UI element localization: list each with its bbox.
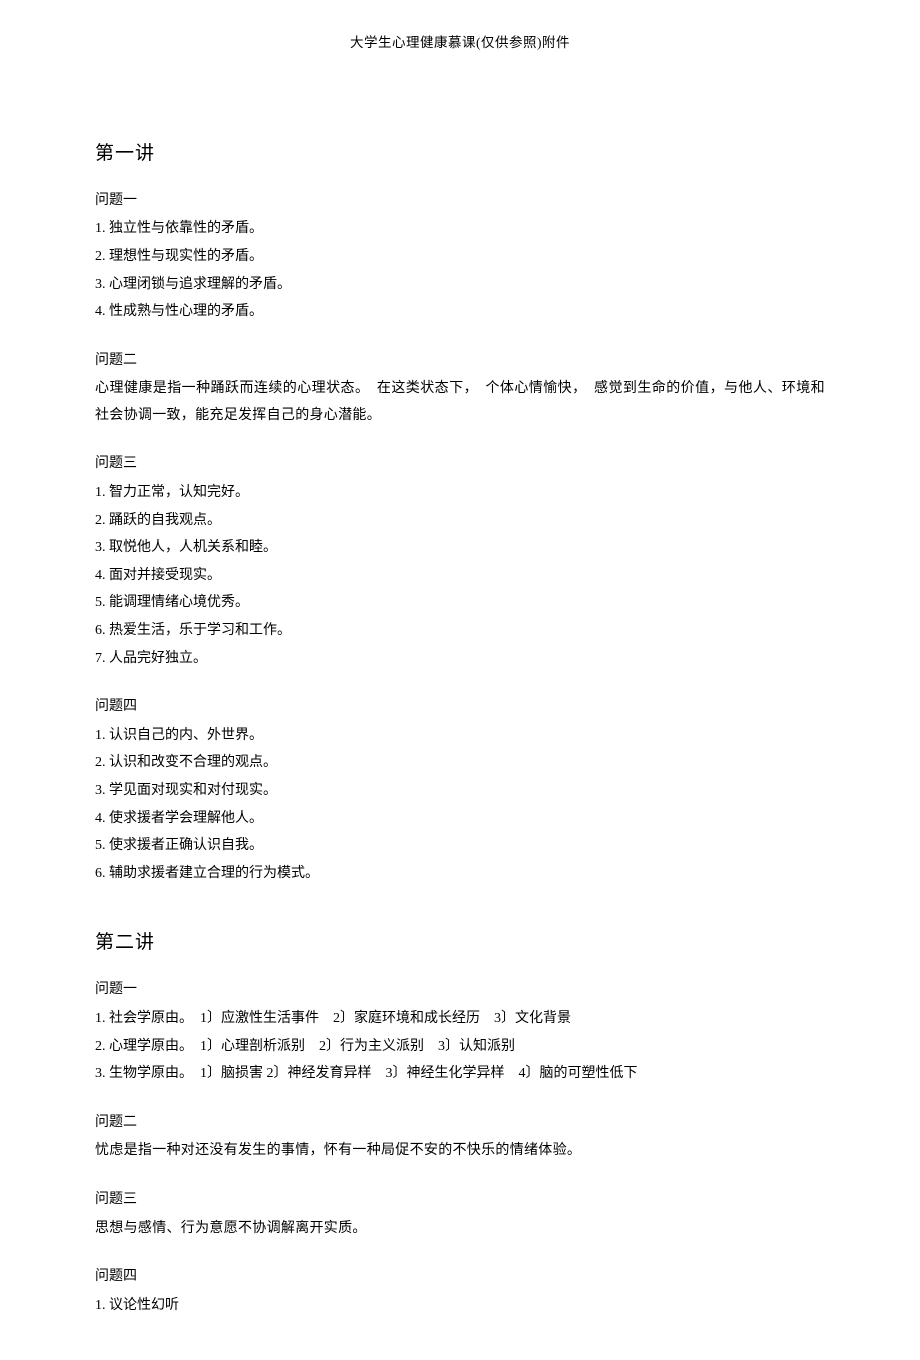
lecture2-title: 第二讲 bbox=[95, 925, 825, 961]
q4-label: 问题四 bbox=[95, 694, 825, 721]
q1-label: 问题一 bbox=[95, 977, 825, 1004]
q2-text: 心理健康是指一种踊跃而连续的心理状态。 在这类状态下， 个体心情愉快， 感觉到生… bbox=[95, 376, 825, 429]
list-item: 5. 使求援者正确认识自我。 bbox=[95, 833, 825, 860]
page-header: 大学生心理健康慕课(仅供参照)附件 bbox=[95, 30, 825, 56]
lecture1-q1: 问题一 1. 独立性与依靠性的矛盾。 2. 理想性与现实性的矛盾。 3. 心理闭… bbox=[95, 188, 825, 326]
q3-label: 问题三 bbox=[95, 451, 825, 478]
list-item: 1. 社会学原由。 1〕应激性生活事件 2〕家庭环境和成长经历 3〕文化背景 bbox=[95, 1006, 825, 1033]
lecture2-q2: 问题二 忧虑是指一种对还没有发生的事情，怀有一种局促不安的不快乐的情绪体验。 bbox=[95, 1110, 825, 1165]
list-item: 1. 独立性与依靠性的矛盾。 bbox=[95, 216, 825, 243]
q3-text: 思想与感情、行为意愿不协调解离开实质。 bbox=[95, 1216, 825, 1243]
list-item: 4. 面对并接受现实。 bbox=[95, 563, 825, 590]
lecture1-q4: 问题四 1. 认识自己的内、外世界。 2. 认识和改变不合理的观点。 3. 学见… bbox=[95, 694, 825, 887]
lecture2-q3: 问题三 思想与感情、行为意愿不协调解离开实质。 bbox=[95, 1187, 825, 1242]
list-item: 2. 理想性与现实性的矛盾。 bbox=[95, 244, 825, 271]
list-item: 5. 能调理情绪心境优秀。 bbox=[95, 590, 825, 617]
q2-label: 问题二 bbox=[95, 348, 825, 375]
list-item: 3. 学见面对现实和对付现实。 bbox=[95, 778, 825, 805]
list-item: 1. 议论性幻听 bbox=[95, 1293, 825, 1320]
list-item: 1. 智力正常，认知完好。 bbox=[95, 480, 825, 507]
lecture2-q4: 问题四 1. 议论性幻听 bbox=[95, 1264, 825, 1319]
list-item: 3. 生物学原由。 1〕脑损害 2〕神经发育异样 3〕神经生化学异样 4〕脑的可… bbox=[95, 1061, 825, 1088]
lecture1-q3: 问题三 1. 智力正常，认知完好。 2. 踊跃的自我观点。 3. 取悦他人，人机… bbox=[95, 451, 825, 672]
list-item: 1. 认识自己的内、外世界。 bbox=[95, 723, 825, 750]
list-item: 2. 心理学原由。 1〕心理剖析派别 2〕行为主义派别 3〕认知派别 bbox=[95, 1034, 825, 1061]
lecture1-q2: 问题二 心理健康是指一种踊跃而连续的心理状态。 在这类状态下， 个体心情愉快， … bbox=[95, 348, 825, 430]
list-item: 6. 辅助求援者建立合理的行为模式。 bbox=[95, 861, 825, 888]
list-item: 3. 心理闭锁与追求理解的矛盾。 bbox=[95, 272, 825, 299]
q2-text: 忧虑是指一种对还没有发生的事情，怀有一种局促不安的不快乐的情绪体验。 bbox=[95, 1138, 825, 1165]
lecture2-q1: 问题一 1. 社会学原由。 1〕应激性生活事件 2〕家庭环境和成长经历 3〕文化… bbox=[95, 977, 825, 1087]
q2-label: 问题二 bbox=[95, 1110, 825, 1137]
q4-label: 问题四 bbox=[95, 1264, 825, 1291]
list-item: 7. 人品完好独立。 bbox=[95, 646, 825, 673]
q3-label: 问题三 bbox=[95, 1187, 825, 1214]
list-item: 2. 踊跃的自我观点。 bbox=[95, 508, 825, 535]
list-item: 6. 热爱生活，乐于学习和工作。 bbox=[95, 618, 825, 645]
q1-label: 问题一 bbox=[95, 188, 825, 215]
list-item: 4. 性成熟与性心理的矛盾。 bbox=[95, 299, 825, 326]
list-item: 3. 取悦他人，人机关系和睦。 bbox=[95, 535, 825, 562]
list-item: 4. 使求援者学会理解他人。 bbox=[95, 806, 825, 833]
list-item: 2. 认识和改变不合理的观点。 bbox=[95, 750, 825, 777]
lecture1-title: 第一讲 bbox=[95, 136, 825, 172]
